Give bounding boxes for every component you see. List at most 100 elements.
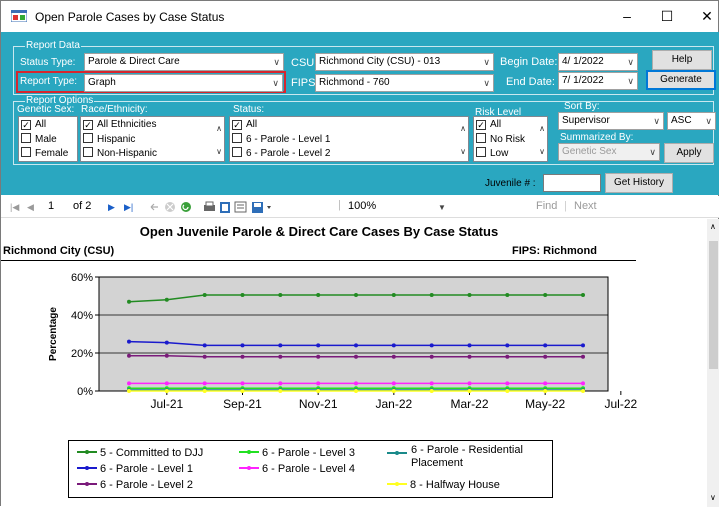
navigation-icons	[150, 201, 230, 213]
status-option-level2[interactable]: 6 - Parole - Level 2	[232, 147, 331, 159]
title-bar[interactable]: Open Parole Cases by Case Status – ☐ ✕	[1, 1, 718, 31]
report-data-title: Report Data	[25, 40, 81, 51]
scrollbar-thumb[interactable]	[709, 241, 718, 369]
status-type-select[interactable]: Parole & Direct Care ∨	[84, 53, 284, 71]
end-date-picker[interactable]: 7/ 1/2022 ∨	[558, 72, 638, 90]
chevron-down-icon: ∨	[483, 57, 490, 67]
legend-label: 5 - Committed to DJJ	[100, 447, 204, 459]
genetic-sex-list[interactable]: ✓ All Male Female	[18, 116, 78, 162]
checkbox-icon	[21, 147, 31, 157]
data-point	[581, 293, 585, 297]
legend-swatch	[239, 466, 259, 470]
print-layout-icon[interactable]	[220, 202, 230, 213]
legend-item: 6 - Parole - Level 2	[77, 479, 193, 491]
scroll-up-icon[interactable]: ∧	[216, 124, 222, 133]
y-tick-label: 20%	[71, 348, 93, 360]
data-point	[467, 354, 472, 359]
race-option-hispanic[interactable]: Hispanic	[83, 133, 135, 145]
genetic-sex-option-all[interactable]: ✓ All	[21, 119, 46, 131]
scroll-up-icon[interactable]: ∧	[539, 124, 545, 133]
option-label: All	[490, 119, 502, 130]
chevron-down-icon[interactable]: ▼	[438, 203, 446, 212]
option-label: All Ethnicities	[97, 119, 157, 130]
genetic-sex-option-female[interactable]: Female	[21, 147, 68, 159]
scroll-down-icon[interactable]: ∨	[216, 147, 222, 156]
find-next-link[interactable]: Next	[574, 200, 597, 212]
race-list[interactable]: ✓ All Ethnicities Hispanic Non-Hispanic ∧…	[80, 116, 225, 162]
race-option-all[interactable]: ✓ All Ethnicities	[83, 119, 156, 131]
legend-item: 6 - Parole - Residential Placement	[387, 444, 547, 470]
print-icon[interactable]	[204, 201, 215, 211]
status-list[interactable]: ✓ All 6 - Parole - Level 1 6 - Parole - L…	[229, 116, 469, 162]
genetic-sex-option-male[interactable]: Male	[21, 133, 57, 145]
find-link[interactable]: Find	[536, 200, 557, 212]
scroll-down-icon[interactable]: ∨	[460, 147, 466, 156]
data-point	[543, 381, 548, 386]
data-point	[202, 343, 207, 348]
report-type-select[interactable]: Graph ∨	[84, 74, 283, 92]
end-date-label: End Date:	[506, 76, 555, 88]
scroll-up-icon[interactable]: ∧	[460, 124, 466, 133]
data-point	[505, 354, 510, 359]
current-page-input[interactable]: 1	[48, 200, 54, 212]
back-icon[interactable]	[150, 203, 158, 211]
data-point	[467, 293, 472, 297]
stop-icon[interactable]	[165, 202, 175, 212]
sort-direction-select[interactable]: ASC ∨	[667, 112, 716, 130]
juvenile-number-input[interactable]	[543, 174, 601, 192]
legend-item: 6 - Parole - Level 1	[77, 463, 193, 475]
report-type-label: Report Type:	[20, 76, 78, 87]
y-tick-label: 40%	[71, 310, 93, 322]
get-history-button[interactable]: Get History	[605, 173, 673, 193]
option-label: 6 - Parole - Level 1	[246, 134, 331, 145]
risk-option-low[interactable]: Low	[476, 147, 508, 159]
scroll-up-icon[interactable]: ∧	[710, 222, 716, 231]
fips-select[interactable]: Richmond - 760 ∨	[315, 74, 494, 92]
data-point	[240, 389, 245, 393]
summarized-by-select[interactable]: Genetic Sex ∨	[558, 143, 660, 161]
next-page-icon[interactable]: ▶	[108, 202, 115, 213]
first-page-icon[interactable]: |◀	[10, 202, 19, 213]
summarized-by-label: Summarized By:	[560, 132, 634, 143]
data-point	[354, 381, 358, 386]
last-page-icon[interactable]: ▶|	[124, 202, 133, 213]
report-scrollbar[interactable]: ∧ ∨	[707, 219, 719, 507]
scroll-down-icon[interactable]: ∨	[539, 147, 545, 156]
risk-level-list[interactable]: ✓ All No Risk Low ∧ ∨	[473, 116, 548, 162]
data-point	[543, 389, 548, 393]
option-label: Female	[35, 148, 69, 159]
report-toolbar: |◀ ◀ 1 of 2 ▶ ▶| | 100% ▼ Find | Next	[1, 196, 719, 218]
status-option-level1[interactable]: 6 - Parole - Level 1	[232, 133, 331, 145]
previous-page-icon[interactable]: ◀	[27, 202, 34, 213]
status-option-all[interactable]: ✓ All	[232, 119, 257, 131]
status-type-label: Status Type:	[20, 57, 76, 68]
x-tick-label: Jan-22	[375, 397, 412, 411]
refresh-icon[interactable]	[181, 202, 191, 212]
begin-date-label: Begin Date:	[500, 56, 558, 68]
checkbox-icon	[21, 133, 31, 143]
help-button[interactable]: Help	[652, 50, 712, 70]
legend-label: 8 - Halfway House	[410, 479, 500, 491]
fips-value: Richmond - 760	[319, 77, 390, 88]
risk-option-no-risk[interactable]: No Risk	[476, 133, 525, 145]
generate-button[interactable]: Generate	[646, 70, 716, 90]
scroll-down-icon[interactable]: ∨	[710, 493, 716, 502]
option-label: All	[246, 119, 258, 130]
risk-option-all[interactable]: ✓ All	[476, 119, 501, 131]
report-csu: Richmond City (CSU)	[3, 245, 115, 257]
apply-button[interactable]: Apply	[664, 143, 714, 163]
page-setup-icon[interactable]	[234, 201, 247, 213]
csu-select[interactable]: Richmond City (CSU) - 013 ∨	[315, 53, 494, 71]
close-button[interactable]: ✕	[684, 1, 719, 31]
export-icon[interactable]	[252, 202, 263, 213]
data-point	[164, 297, 169, 302]
race-option-non-hispanic[interactable]: Non-Hispanic	[83, 147, 157, 159]
begin-date-picker[interactable]: 4/ 1/2022 ∨	[558, 53, 638, 71]
y-tick-label: 0%	[77, 386, 93, 398]
legend-label: 6 - Parole - Residential Placement	[411, 444, 523, 469]
option-label: 6 - Parole - Level 2	[246, 148, 331, 159]
data-point	[316, 389, 321, 393]
zoom-select[interactable]: 100%	[348, 200, 376, 212]
chevron-down-icon[interactable]	[267, 206, 271, 209]
sort-by-select[interactable]: Supervisor ∨	[558, 112, 664, 130]
